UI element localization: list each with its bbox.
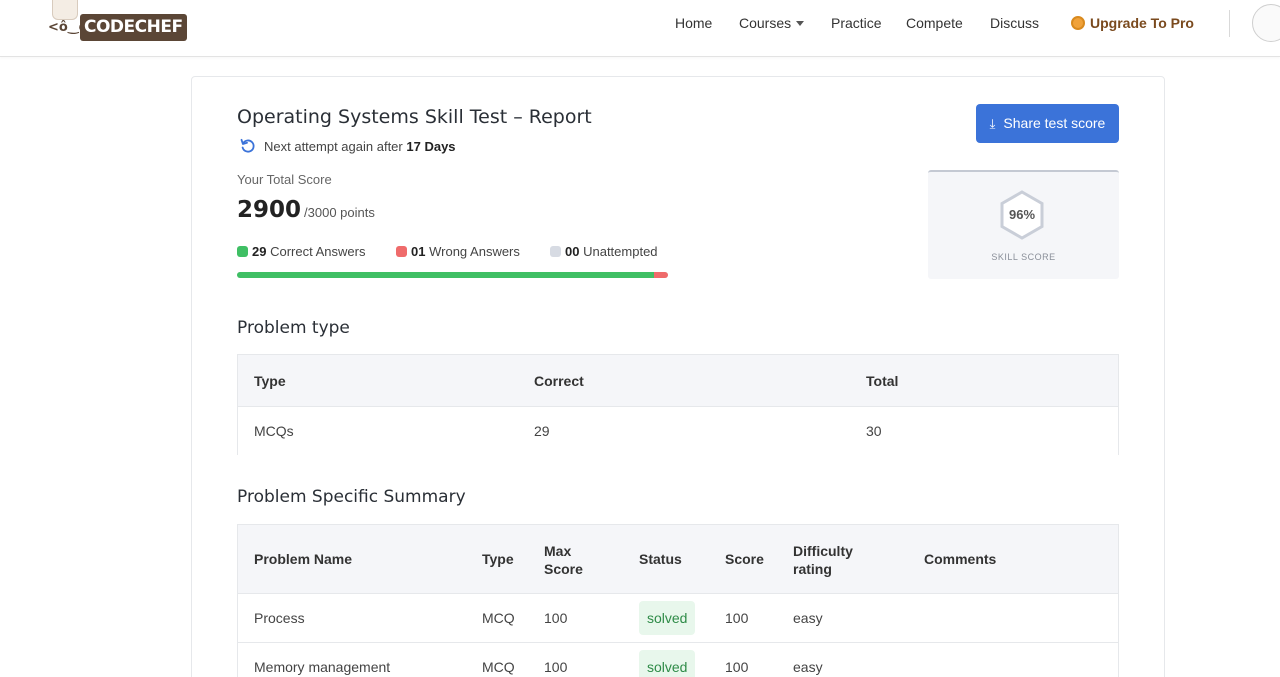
nav-courses[interactable]: Courses xyxy=(739,0,805,46)
col-max-line1: Max xyxy=(544,543,572,559)
table-header: Type Correct Total xyxy=(238,355,1118,406)
col-problem-name: Problem Name xyxy=(254,551,353,567)
cell-score: 100 xyxy=(725,610,749,626)
top-header: <ô‿ô> CODECHEF Home Courses Practice Com… xyxy=(0,0,1280,57)
share-label: Share test score xyxy=(1003,115,1106,131)
score-max: /3000 points xyxy=(304,205,375,220)
wrong-label: Wrong Answers xyxy=(429,244,520,259)
cell-total: 30 xyxy=(866,423,882,439)
codechef-logo[interactable]: <ô‿ô> CODECHEF xyxy=(48,0,190,44)
attempt-days: 17 Days xyxy=(406,139,456,154)
col-correct: Correct xyxy=(534,373,584,389)
progress-wrong-segment xyxy=(653,272,668,278)
cell-problem-name: Memory management xyxy=(254,659,391,675)
status-badge: solved xyxy=(639,601,696,635)
user-avatar[interactable] xyxy=(1252,4,1280,42)
col-type: Type xyxy=(254,373,286,389)
correct-label: Correct Answers xyxy=(270,244,366,259)
col-difficulty: Difficulty rating xyxy=(793,542,853,578)
unattempted-count: 00 xyxy=(565,244,580,259)
unattempted-label: Unattempted xyxy=(583,244,658,259)
next-attempt-info: Next attempt again after 17 Days xyxy=(240,138,456,154)
table-row: Memory management MCQ 100 solved 100 eas… xyxy=(238,642,1118,677)
refresh-icon xyxy=(240,138,255,153)
col-score: Score xyxy=(725,551,764,567)
cell-type: MCQ xyxy=(482,659,515,675)
cell-correct: 29 xyxy=(534,423,550,439)
total-score-label: Your Total Score xyxy=(237,172,332,187)
correct-count: 29 xyxy=(252,244,267,259)
wrong-count: 01 xyxy=(411,244,426,259)
skill-score-label: SKILL SCORE xyxy=(991,252,1056,262)
correct-dot-icon xyxy=(237,246,248,257)
download-icon: ⤓ xyxy=(989,117,996,132)
col-max-line2: Score xyxy=(544,561,583,577)
col-type: Type xyxy=(482,551,514,567)
col-total: Total xyxy=(866,373,899,389)
legend-unattempted: 00 Unattempted xyxy=(550,244,658,259)
logo-wordmark: CODECHEF xyxy=(80,14,187,41)
col-comments: Comments xyxy=(924,551,997,567)
status-badge: solved xyxy=(639,650,696,677)
nav-upgrade-pro[interactable]: Upgrade To Pro xyxy=(1071,0,1194,46)
nav-home[interactable]: Home xyxy=(675,0,712,46)
nav-discuss[interactable]: Discuss xyxy=(990,0,1039,46)
legend-wrong: 01 Wrong Answers xyxy=(396,244,520,259)
wrong-dot-icon xyxy=(396,246,407,257)
score-value: 2900 xyxy=(237,197,302,223)
nav-divider xyxy=(1229,10,1230,37)
nav-practice[interactable]: Practice xyxy=(831,0,882,46)
progress-correct-segment xyxy=(237,272,654,278)
skill-score-box: 96% SKILL SCORE xyxy=(928,170,1119,279)
unattempted-dot-icon xyxy=(550,246,561,257)
col-max-score: Max Score xyxy=(544,542,583,578)
col-status: Status xyxy=(639,551,682,567)
cell-type: MCQ xyxy=(482,610,515,626)
legend-correct: 29 Correct Answers xyxy=(237,244,365,259)
summary-table: Problem Name Type Max Score Status Score… xyxy=(237,524,1119,677)
col-difficulty-line1: Difficulty xyxy=(793,543,853,559)
caret-down-icon xyxy=(796,21,805,26)
attempt-prefix: Next attempt again after xyxy=(264,139,403,154)
skill-score-value: 96% xyxy=(1008,207,1036,222)
report-title: Operating Systems Skill Test – Report xyxy=(237,106,592,128)
table-header: Problem Name Type Max Score Status Score… xyxy=(238,525,1118,593)
summary-title: Problem Specific Summary xyxy=(237,487,466,507)
table-row: MCQs 29 30 xyxy=(238,406,1118,455)
cell-max-score: 100 xyxy=(544,659,568,675)
cell-difficulty: easy xyxy=(793,610,823,626)
total-score: 2900/3000 points xyxy=(237,197,375,223)
problem-type-table: Type Correct Total MCQs 29 30 xyxy=(237,354,1119,455)
score-progress-bar xyxy=(237,272,668,278)
cell-max-score: 100 xyxy=(544,610,568,626)
chef-hat-icon xyxy=(52,0,78,20)
cell-problem-name: Process xyxy=(254,610,305,626)
table-row: Process MCQ 100 solved 100 easy xyxy=(238,593,1118,642)
col-difficulty-line2: rating xyxy=(793,561,832,577)
cell-difficulty: easy xyxy=(793,659,823,675)
nav-upgrade-label: Upgrade To Pro xyxy=(1090,15,1194,31)
pro-crown-icon xyxy=(1071,16,1085,30)
nav-courses-label: Courses xyxy=(739,15,792,31)
share-test-score-button[interactable]: ⤓ Share test score xyxy=(976,104,1119,143)
cell-type: MCQs xyxy=(254,423,294,439)
nav-compete[interactable]: Compete xyxy=(906,0,963,46)
cell-score: 100 xyxy=(725,659,749,675)
problem-type-title: Problem type xyxy=(237,318,350,338)
